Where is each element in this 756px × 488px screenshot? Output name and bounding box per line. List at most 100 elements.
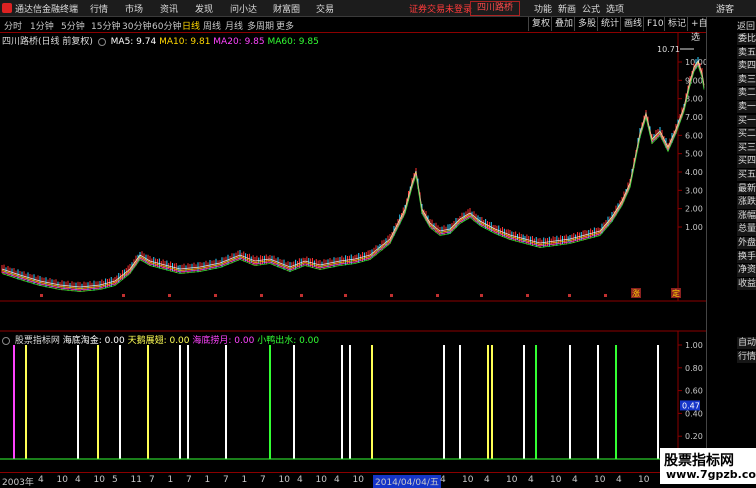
- date-tick: 7: [186, 475, 192, 485]
- tab-30min[interactable]: 30分钟: [122, 19, 151, 32]
- tab-60min[interactable]: 60分钟: [152, 19, 181, 32]
- chart-canvas[interactable]: 10.009.008.007.006.005.004.003.002.001.0…: [0, 33, 706, 472]
- sidebar-item[interactable]: 外盘: [737, 237, 756, 251]
- date-tick: 4: [440, 475, 446, 485]
- watermark-url: www.7gpzb.com: [666, 468, 756, 481]
- tab-15min[interactable]: 15分钟: [91, 19, 120, 32]
- period-bar: 分时 1分钟 5分钟 15分钟 30分钟 60分钟 日线 周线 月线 多周期 更…: [0, 17, 708, 43]
- date-tick: 10: [93, 475, 105, 485]
- menu-formula[interactable]: 公式: [582, 2, 600, 15]
- date-tick: 7: [149, 475, 155, 485]
- menu-wealth[interactable]: 财富圈: [273, 2, 300, 15]
- menu-new[interactable]: 新画: [558, 2, 576, 15]
- watermark: 股票指标网 www.7gpzb.com: [660, 448, 756, 484]
- ma-line: [1, 61, 705, 289]
- adjust-button[interactable]: 复权: [528, 17, 553, 31]
- add-watchlist-button[interactable]: +自选: [687, 17, 711, 43]
- draw-line-button[interactable]: 画线: [620, 17, 645, 31]
- tab-intraday[interactable]: 分时: [4, 19, 22, 32]
- ma-line: [1, 63, 705, 291]
- ex-rights-marker: [526, 294, 529, 297]
- sidebar-nav: 返回: [707, 17, 756, 32]
- date-tick: 10: [278, 475, 290, 485]
- date-tick: 1: [167, 475, 174, 485]
- date-tick: 1: [204, 475, 211, 485]
- top-menu-bar: 通达信金融终端 行情 市场 资讯 发现 问小达 财富圈 交易 证券交易未登录 四…: [0, 0, 756, 17]
- date-tick: 11: [130, 475, 142, 485]
- sidebar-item[interactable]: 买三: [737, 141, 756, 156]
- ex-rights-marker: [300, 294, 303, 297]
- cursor-date: 2014/04/04/五: [373, 475, 441, 488]
- sidebar-item[interactable]: 换手: [737, 250, 756, 264]
- tab-5min[interactable]: 5分钟: [61, 19, 85, 32]
- menu-discover[interactable]: 发现: [195, 2, 213, 15]
- price-tick-label: 9.00: [685, 76, 703, 85]
- sidebar-item[interactable]: 收益: [737, 277, 756, 292]
- app-title: 通达信金融终端: [15, 5, 79, 15]
- login-notice[interactable]: 证券交易未登录: [409, 2, 472, 15]
- watermark-title: 股票指标网: [664, 453, 734, 469]
- ex-rights-marker: [40, 294, 43, 297]
- sidebar-item[interactable]: 涨幅: [737, 209, 756, 224]
- menu-market[interactable]: 市场: [125, 2, 143, 15]
- sidebar-item[interactable]: 委比: [737, 33, 756, 47]
- date-tick: 4: [75, 475, 81, 485]
- tab-more[interactable]: 更多: [276, 19, 294, 32]
- app-logo-icon: [2, 3, 12, 13]
- tab-1min[interactable]: 1分钟: [30, 19, 54, 32]
- menu-news[interactable]: 资讯: [160, 2, 178, 15]
- tab-weekly[interactable]: 周线: [203, 19, 221, 32]
- indicator-tick-label: 0.40: [685, 409, 703, 418]
- date-tick: 7: [260, 475, 266, 485]
- sidebar-item[interactable]: 卖四: [737, 60, 756, 74]
- date-tick: 10: [594, 475, 606, 485]
- sidebar-item[interactable]: 总量: [737, 223, 756, 237]
- menu-options[interactable]: 选项: [606, 2, 624, 15]
- date-tick: 4: [528, 475, 534, 485]
- menu-quotes[interactable]: 行情: [90, 2, 108, 15]
- ex-rights-marker: [260, 294, 263, 297]
- sidebar-item[interactable]: 买二: [737, 128, 756, 142]
- guest-label[interactable]: 游客: [716, 2, 734, 15]
- date-tick: 4: [572, 475, 578, 485]
- tab-monthly[interactable]: 月线: [225, 19, 243, 32]
- mark-button[interactable]: 标记: [664, 17, 689, 31]
- sidebar-item[interactable]: 最新: [737, 182, 756, 196]
- back-button[interactable]: 返回: [737, 19, 755, 32]
- date-tick: 1: [241, 475, 248, 485]
- date-tick: 7: [223, 475, 229, 485]
- sidebar-item[interactable]: 涨跌: [737, 196, 756, 210]
- date-tick: 10: [315, 475, 327, 485]
- date-tick: 10: [638, 475, 650, 485]
- sidebar-item[interactable]: 卖三: [737, 73, 756, 88]
- ex-rights-marker: [480, 294, 483, 297]
- sidebar-item[interactable]: 买五: [737, 169, 756, 183]
- sidebar-item[interactable]: 自动: [737, 337, 756, 351]
- sidebar-item[interactable]: 行情: [737, 350, 756, 364]
- ex-rights-marker: [604, 294, 607, 297]
- high-price-label: 10.71: [657, 45, 680, 54]
- quote-sidebar: 返回 委比 卖五 卖四 卖三 卖二 卖一 买一 买二 买三 买四 买五 最新 涨跌 涨幅 总量 外盘 换手 净资收…: [706, 17, 756, 472]
- stock-button[interactable]: 四川路桥: [470, 1, 521, 16]
- menu-trade[interactable]: 交易: [316, 2, 334, 15]
- menu-ask[interactable]: 问小达: [230, 2, 257, 15]
- ex-rights-marker: [436, 294, 439, 297]
- tab-multi-period[interactable]: 多周期: [247, 19, 274, 32]
- sidebar-item[interactable]: 卖二: [737, 87, 756, 101]
- date-tick: 4: [616, 475, 622, 485]
- date-tick: 10: [56, 475, 68, 485]
- multi-stock-button[interactable]: 多股: [574, 17, 599, 31]
- sidebar-item[interactable]: 买四: [737, 155, 756, 169]
- ma-line: [1, 60, 705, 288]
- indicator-tick-label: 0.80: [685, 364, 703, 373]
- stats-button[interactable]: 统计: [597, 17, 622, 31]
- sidebar-item[interactable]: 卖一: [737, 101, 756, 115]
- sidebar-item[interactable]: 买一: [737, 114, 756, 128]
- sidebar-item[interactable]: 卖五: [737, 46, 756, 60]
- date-tick: 4: [484, 475, 490, 485]
- ex-rights-marker: [214, 294, 217, 297]
- overlay-button[interactable]: 叠加: [551, 17, 576, 31]
- sidebar-item[interactable]: 净资: [737, 264, 756, 278]
- tab-daily[interactable]: 日线: [182, 19, 200, 32]
- menu-function[interactable]: 功能: [534, 2, 552, 15]
